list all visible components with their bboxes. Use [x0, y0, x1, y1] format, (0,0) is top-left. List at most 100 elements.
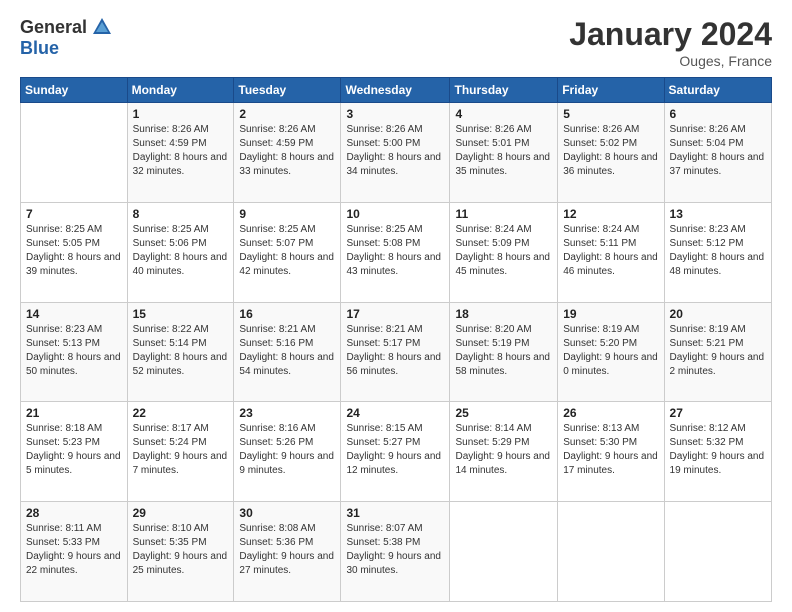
- cell-w4-d5: 25Sunrise: 8:14 AM Sunset: 5:29 PM Dayli…: [450, 402, 558, 502]
- cell-w1-d5: 4 Sunrise: 8:26 AM Sunset: 5:01 PM Daylig…: [450, 103, 558, 203]
- day-number: 4: [455, 107, 552, 121]
- day-info: Sunrise: 8:26 AM Sunset: 4:59 PM Dayligh…: [133, 123, 229, 179]
- day-number: 3: [346, 107, 444, 121]
- cell-w3-d1: 14 Sunrise: 8:23 AM Sunset: 5:13 PM Dayli…: [21, 302, 128, 402]
- logo: General Blue: [20, 16, 113, 59]
- header-wednesday: Wednesday: [341, 78, 450, 103]
- day-number: 23: [239, 406, 335, 420]
- day-info: Sunrise: 8:25 AM Sunset: 5:05 PM Dayligh…: [26, 223, 122, 279]
- day-number: 15: [133, 307, 229, 321]
- logo-icon: [91, 16, 113, 38]
- header: General Blue January 2024 Ouges, France: [20, 16, 772, 69]
- cell-w3-d3: 16Sunrise: 8:21 AM Sunset: 5:16 PM Dayli…: [234, 302, 341, 402]
- day-number: 24: [346, 406, 444, 420]
- cell-w1-d6: 5 Sunrise: 8:26 AM Sunset: 5:02 PM Daylig…: [558, 103, 664, 203]
- day-info: Sunrise: 8:26 AM Sunset: 5:04 PM Dayligh…: [670, 123, 766, 179]
- day-number: 21: [26, 406, 122, 420]
- cell-w2-d1: 7 Sunrise: 8:25 AM Sunset: 5:05 PM Daylig…: [21, 202, 128, 302]
- cell-w4-d6: 26 Sunrise: 8:13 AM Sunset: 5:30 PM Dayli…: [558, 402, 664, 502]
- day-info: Sunrise: 8:26 AM Sunset: 5:02 PM Dayligh…: [563, 123, 658, 179]
- cell-w4-d2: 22 Sunrise: 8:17 AM Sunset: 5:24 PM Dayli…: [127, 402, 234, 502]
- cell-w4-d7: 27 Sunrise: 8:12 AM Sunset: 5:32 PM Dayli…: [664, 402, 771, 502]
- cell-w1-d2: 1 Sunrise: 8:26 AM Sunset: 4:59 PM Daylig…: [127, 103, 234, 203]
- day-info: Sunrise: 8:22 AM Sunset: 5:14 PM Dayligh…: [133, 323, 229, 379]
- logo-blue-text: Blue: [20, 38, 59, 59]
- day-info: Sunrise: 8:12 AM Sunset: 5:32 PM Dayligh…: [670, 422, 766, 478]
- cell-w1-d4: 3Sunrise: 8:26 AM Sunset: 5:00 PM Daylig…: [341, 103, 450, 203]
- cell-w3-d4: 17Sunrise: 8:21 AM Sunset: 5:17 PM Dayli…: [341, 302, 450, 402]
- day-number: 18: [455, 307, 552, 321]
- day-number: 27: [670, 406, 766, 420]
- header-friday: Friday: [558, 78, 664, 103]
- day-number: 22: [133, 406, 229, 420]
- day-number: 2: [239, 107, 335, 121]
- day-number: 26: [563, 406, 658, 420]
- day-number: 1: [133, 107, 229, 121]
- cell-w2-d6: 12Sunrise: 8:24 AM Sunset: 5:11 PM Dayli…: [558, 202, 664, 302]
- day-info: Sunrise: 8:13 AM Sunset: 5:30 PM Dayligh…: [563, 422, 658, 478]
- location: Ouges, France: [569, 53, 772, 69]
- day-info: Sunrise: 8:25 AM Sunset: 5:08 PM Dayligh…: [346, 223, 444, 279]
- week-row-1: 1 Sunrise: 8:26 AM Sunset: 4:59 PM Daylig…: [21, 103, 772, 203]
- cell-w2-d2: 8 Sunrise: 8:25 AM Sunset: 5:06 PM Daylig…: [127, 202, 234, 302]
- day-number: 28: [26, 506, 122, 520]
- day-info: Sunrise: 8:18 AM Sunset: 5:23 PM Dayligh…: [26, 422, 122, 478]
- day-info: Sunrise: 8:19 AM Sunset: 5:21 PM Dayligh…: [670, 323, 766, 379]
- cell-w5-d3: 30 Sunrise: 8:08 AM Sunset: 5:36 PM Dayli…: [234, 502, 341, 602]
- day-info: Sunrise: 8:08 AM Sunset: 5:36 PM Dayligh…: [239, 522, 335, 578]
- cell-w3-d6: 19 Sunrise: 8:19 AM Sunset: 5:20 PM Dayli…: [558, 302, 664, 402]
- day-number: 5: [563, 107, 658, 121]
- day-number: 20: [670, 307, 766, 321]
- day-info: Sunrise: 8:20 AM Sunset: 5:19 PM Dayligh…: [455, 323, 552, 379]
- day-info: Sunrise: 8:21 AM Sunset: 5:17 PM Dayligh…: [346, 323, 444, 379]
- day-info: Sunrise: 8:10 AM Sunset: 5:35 PM Dayligh…: [133, 522, 229, 578]
- day-info: Sunrise: 8:19 AM Sunset: 5:20 PM Dayligh…: [563, 323, 658, 379]
- day-info: Sunrise: 8:26 AM Sunset: 4:59 PM Dayligh…: [239, 123, 335, 179]
- day-info: Sunrise: 8:26 AM Sunset: 5:01 PM Dayligh…: [455, 123, 552, 179]
- day-info: Sunrise: 8:23 AM Sunset: 5:12 PM Dayligh…: [670, 223, 766, 279]
- day-number: 9: [239, 207, 335, 221]
- day-number: 12: [563, 207, 658, 221]
- cell-w5-d1: 28Sunrise: 8:11 AM Sunset: 5:33 PM Dayli…: [21, 502, 128, 602]
- title-section: January 2024 Ouges, France: [569, 16, 772, 69]
- header-saturday: Saturday: [664, 78, 771, 103]
- cell-w4-d1: 21 Sunrise: 8:18 AM Sunset: 5:23 PM Dayli…: [21, 402, 128, 502]
- day-number: 19: [563, 307, 658, 321]
- header-tuesday: Tuesday: [234, 78, 341, 103]
- cell-w5-d6: [558, 502, 664, 602]
- logo-general-text: General: [20, 17, 87, 38]
- cell-w2-d7: 13Sunrise: 8:23 AM Sunset: 5:12 PM Dayli…: [664, 202, 771, 302]
- day-number: 6: [670, 107, 766, 121]
- day-info: Sunrise: 8:16 AM Sunset: 5:26 PM Dayligh…: [239, 422, 335, 478]
- calendar-body: 1 Sunrise: 8:26 AM Sunset: 4:59 PM Daylig…: [21, 103, 772, 602]
- cell-w2-d3: 9Sunrise: 8:25 AM Sunset: 5:07 PM Daylig…: [234, 202, 341, 302]
- day-number: 16: [239, 307, 335, 321]
- day-info: Sunrise: 8:24 AM Sunset: 5:09 PM Dayligh…: [455, 223, 552, 279]
- day-number: 25: [455, 406, 552, 420]
- day-number: 7: [26, 207, 122, 221]
- week-row-2: 7 Sunrise: 8:25 AM Sunset: 5:05 PM Daylig…: [21, 202, 772, 302]
- day-number: 14: [26, 307, 122, 321]
- day-number: 11: [455, 207, 552, 221]
- day-number: 30: [239, 506, 335, 520]
- calendar-table: Sunday Monday Tuesday Wednesday Thursday…: [20, 77, 772, 602]
- calendar-page: General Blue January 2024 Ouges, France …: [0, 0, 792, 612]
- day-info: Sunrise: 8:25 AM Sunset: 5:06 PM Dayligh…: [133, 223, 229, 279]
- day-number: 31: [346, 506, 444, 520]
- cell-w5-d5: [450, 502, 558, 602]
- cell-w5-d2: 29 Sunrise: 8:10 AM Sunset: 5:35 PM Dayli…: [127, 502, 234, 602]
- cell-w1-d7: 6 Sunrise: 8:26 AM Sunset: 5:04 PM Daylig…: [664, 103, 771, 203]
- day-info: Sunrise: 8:07 AM Sunset: 5:38 PM Dayligh…: [346, 522, 444, 578]
- day-number: 29: [133, 506, 229, 520]
- header-row: Sunday Monday Tuesday Wednesday Thursday…: [21, 78, 772, 103]
- header-monday: Monday: [127, 78, 234, 103]
- cell-w1-d3: 2 Sunrise: 8:26 AM Sunset: 4:59 PM Daylig…: [234, 103, 341, 203]
- day-info: Sunrise: 8:17 AM Sunset: 5:24 PM Dayligh…: [133, 422, 229, 478]
- day-info: Sunrise: 8:23 AM Sunset: 5:13 PM Dayligh…: [26, 323, 122, 379]
- header-sunday: Sunday: [21, 78, 128, 103]
- cell-w5-d4: 31 Sunrise: 8:07 AM Sunset: 5:38 PM Dayli…: [341, 502, 450, 602]
- month-title: January 2024: [569, 16, 772, 53]
- day-number: 8: [133, 207, 229, 221]
- cell-w3-d2: 15 Sunrise: 8:22 AM Sunset: 5:14 PM Dayli…: [127, 302, 234, 402]
- cell-w2-d5: 11 Sunrise: 8:24 AM Sunset: 5:09 PM Dayli…: [450, 202, 558, 302]
